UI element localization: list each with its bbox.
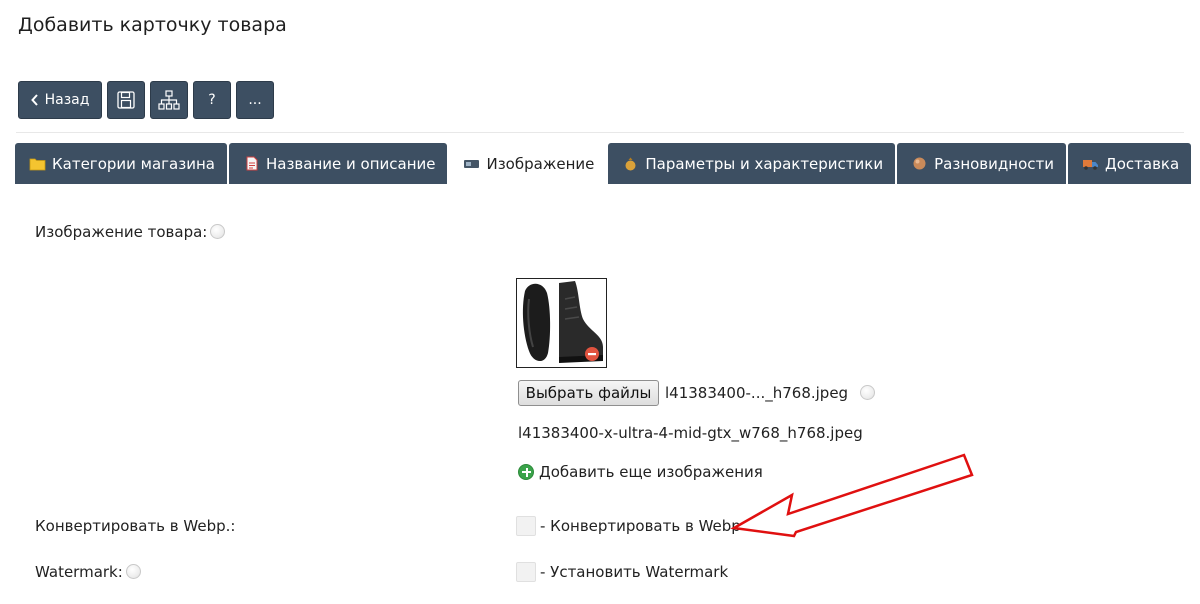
sitemap-icon [158,90,180,110]
tab-label: Изображение [486,154,595,173]
help-icon[interactable] [860,385,876,400]
tab-image[interactable]: Изображение [449,143,607,184]
document-icon [243,156,260,171]
tab-bar: Категории магазина Название и описание И… [15,143,1192,184]
page-title: Добавить карточку товара [18,14,287,36]
tab-label: Разновидности [934,154,1054,173]
tab-name-description[interactable]: Название и описание [228,143,448,184]
tab-label: Категории магазина [52,154,215,173]
truck-icon [1082,156,1099,171]
image-field-label: Изображение товара: [35,223,226,241]
webp-field-label: Конвертировать в Webp.: [35,517,236,535]
tab-parameters[interactable]: Параметры и характеристики [608,143,896,184]
help-button[interactable]: ? [193,81,231,119]
help-icon[interactable] [125,564,141,579]
tab-delivery[interactable]: Доставка [1068,143,1192,184]
more-button[interactable]: ... [236,81,274,119]
folder-icon [29,156,46,171]
current-file-name: l41383400-x-ultra-4-mid-gtx_w768_h768.jp… [518,424,863,442]
back-button-label: Назад [44,92,90,108]
add-more-images-label: Добавить еще изображения [539,463,763,481]
save-button[interactable] [107,81,145,119]
selected-file-name: l41383400-..._h768.jpeg [665,384,876,402]
webp-checkbox-row: - Конвертировать в Webp [516,516,741,536]
selected-file-text: l41383400-..._h768.jpeg [665,384,849,402]
webp-checkbox[interactable] [516,516,536,536]
sitemap-button[interactable] [150,81,188,119]
tab-variants[interactable]: Разновидности [897,143,1066,184]
boots-image [517,279,606,367]
box-icon [911,156,928,171]
image-field-label-text: Изображение товара: [35,223,208,241]
tab-shop-categories[interactable]: Категории магазина [15,143,227,184]
watermark-field-label: Watermark: [35,563,141,581]
chevron-left-icon [30,94,39,106]
watermark-checkbox-row: - Установить Watermark [516,562,728,582]
help-icon[interactable] [210,224,226,239]
back-button[interactable]: Назад [18,81,102,119]
money-bag-icon [622,156,639,171]
tab-label: Параметры и характеристики [645,154,884,173]
toolbar: Назад ? ... [18,81,274,119]
webp-checkbox-label: - Конвертировать в Webp [540,517,741,535]
save-icon [116,90,136,110]
tabs-divider [16,132,1184,133]
tab-label: Название и описание [265,154,436,173]
product-image-thumbnail[interactable] [516,278,607,368]
image-icon [463,156,480,171]
choose-files-button[interactable]: Выбрать файлы [518,380,659,406]
plus-circle-icon [518,464,534,480]
add-more-images-link[interactable]: Добавить еще изображения [518,463,763,481]
watermark-field-label-text: Watermark: [35,563,123,581]
tab-label: Доставка [1105,154,1180,173]
watermark-checkbox-label: - Установить Watermark [540,563,729,581]
watermark-checkbox[interactable] [516,562,536,582]
